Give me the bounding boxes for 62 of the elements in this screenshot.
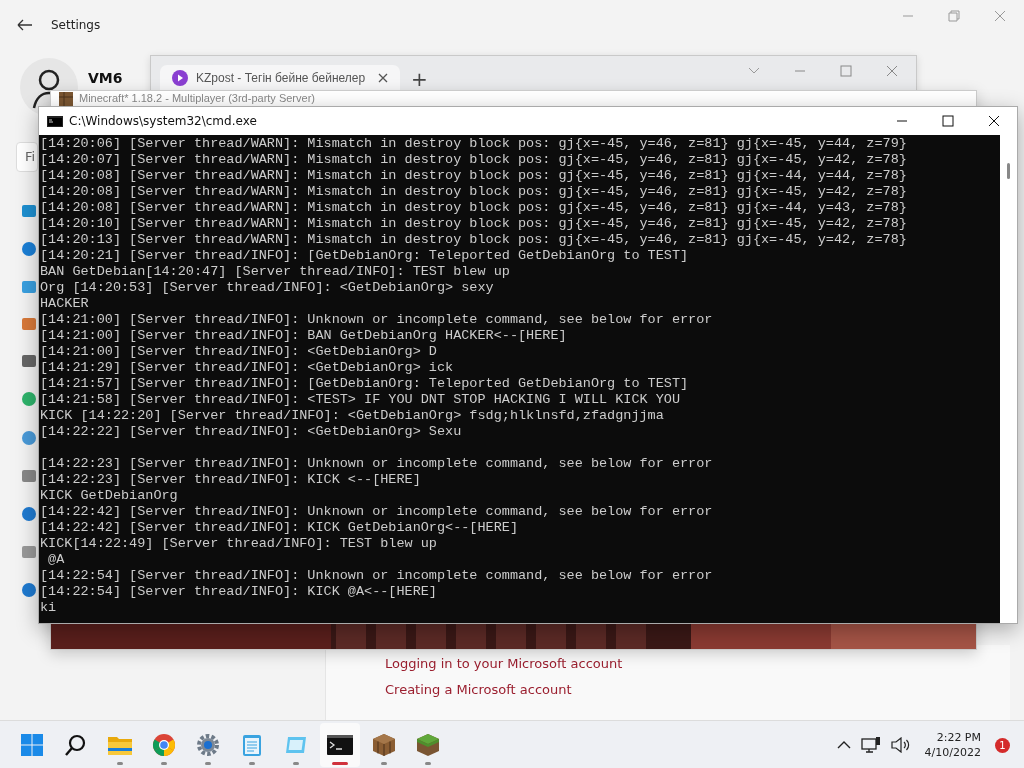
notepad-icon[interactable]: [242, 733, 262, 757]
search-icon[interactable]: [64, 733, 88, 757]
restore-icon[interactable]: [948, 10, 960, 22]
console-line: [14:22:54] [Server thread/INFO]: KICK @A<--[HERE]: [40, 584, 437, 600]
console-line: [14:22:23] [Server thread/INFO]: KICK <--[HERE]: [40, 472, 421, 488]
console-line: [14:20:10] [Server thread/WARN]: Mismatch in destroy block pos: gj{x=-45, y=46, z=81} gj{x=-45, y=42, z=78}: [40, 216, 907, 232]
maximize-icon[interactable]: [942, 115, 954, 127]
console-line: KICK [14:22:20] [Server thread/INFO]: <GetDebianOrg> fsdg;hlklnsfd,zfadgnjjma: [40, 408, 664, 424]
console-line: [14:20:21] [Server thread/INFO]: [GetDebianOrg: Teleported GetDebianOrg to TEST]: [40, 248, 689, 264]
volume-icon[interactable]: [890, 737, 911, 753]
console-line: [14:20:08] [Server thread/WARN]: Mismatch in destroy block pos: gj{x=-45, y=46, z=81} gj{x=-45, y=42, z=78}: [40, 184, 907, 200]
window-title: Minecraft* 1.18.2 - Multiplayer (3rd-party Server): [79, 92, 315, 105]
console-line: [14:20:13] [Server thread/WARN]: Mismatch in destroy block pos: gj{x=-45, y=46, z=81} gj{x=-45, y=42, z=78}: [40, 232, 907, 248]
user-name: VM6: [88, 70, 123, 86]
console-line: [14:20:08] [Server thread/WARN]: Mismatch in destroy block pos: gj{x=-45, y=46, z=81} gj{x=-44, y=44, z=78}: [40, 168, 907, 184]
console-line: @A: [47, 552, 65, 568]
console-line: ki: [40, 600, 57, 616]
close-icon[interactable]: [378, 72, 388, 83]
console-line: [14:21:00] [Server thread/INFO]: Unknown or incomplete command, see below for error: [40, 312, 713, 328]
scrollbar[interactable]: [1000, 135, 1017, 623]
browser-tab[interactable]: KZpost - Тегін бейне бейнелер: [160, 65, 400, 90]
console-line: [14:21:00] [Server thread/INFO]: BAN GetDebianOrg HACKER<--[HERE]: [40, 328, 567, 344]
new-tab-button[interactable]: +: [411, 67, 428, 91]
settings-icon[interactable]: [196, 733, 220, 757]
terminal-icon[interactable]: [327, 735, 353, 755]
close-icon[interactable]: [988, 115, 1000, 127]
console-line: [14:21:57] [Server thread/INFO]: [GetDebianOrg: Teleported GetDebianOrg to TEST]: [40, 376, 689, 392]
console-line: [14:20:07] [Server thread/WARN]: Mismatch in destroy block pos: gj{x=-45, y=46, z=81} gj{x=-45, y=42, z=78}: [40, 152, 907, 168]
grass-block-icon[interactable]: [416, 733, 440, 757]
crafting-table-icon[interactable]: [372, 733, 396, 757]
console-line: [14:21:00] [Server thread/INFO]: <GetDebianOrg> D: [40, 344, 437, 360]
tablet-icon[interactable]: [284, 735, 308, 755]
clock[interactable]: 2:22 PM 4/10/2022: [924, 730, 981, 760]
console-line: HACKER: [40, 296, 89, 312]
console-line: [14:20:06] [Server thread/WARN]: Mismatch in destroy block pos: gj{x=-45, y=46, z=81} gj{x=-45, y=44, z=79}: [40, 136, 907, 152]
console-line: [14:21:58] [Server thread/INFO]: <TEST> IF YOU DNT STOP HACKING I WILL KICK YOU: [40, 392, 680, 408]
console-line: KICK[14:22:49] [Server thread/INFO]: TEST blew up: [40, 536, 437, 552]
window-title: C:\Windows\system32\cmd.exe: [69, 114, 257, 128]
console-line: Org [14:20:53] [Server thread/INFO]: <GetDebianOrg> sexy: [40, 280, 494, 296]
chevron-up-icon[interactable]: [836, 741, 851, 749]
crate-icon: [59, 92, 73, 106]
app-title: Settings: [51, 18, 101, 32]
console-line: [14:22:42] [Server thread/INFO]: Unknown or incomplete command, see below for error: [40, 504, 713, 520]
help-link[interactable]: Logging in to your Microsoft account: [385, 656, 623, 671]
notification-badge[interactable]: 1: [995, 737, 1010, 753]
play-icon: [172, 69, 188, 86]
console-line: [14:20:08] [Server thread/WARN]: Mismatch in destroy block pos: gj{x=-45, y=46, z=81} gj{x=-44, y=43, z=78}: [40, 200, 907, 216]
search-field[interactable]: Fi: [16, 142, 38, 172]
console-line: [14:21:29] [Server thread/INFO]: <GetDebianOrg> ick: [40, 360, 454, 376]
console-line: KICK GetDebianOrg: [40, 488, 178, 504]
terminal-icon: [47, 115, 63, 127]
console-line: [14:22:42] [Server thread/INFO]: KICK GetDebianOrg<--[HERE]: [40, 520, 518, 536]
chevron-icon[interactable]: [748, 67, 760, 75]
start-icon[interactable]: [20, 733, 44, 757]
console-line: [14:22:23] [Server thread/INFO]: Unknown or incomplete command, see below for error: [40, 456, 713, 472]
back-icon[interactable]: [17, 19, 33, 31]
console-line: BAN GetDebian[14:20:47] [Server thread/INFO]: TEST blew up: [40, 264, 510, 280]
help-link[interactable]: Creating a Microsoft account: [385, 682, 572, 697]
folder-icon[interactable]: [107, 734, 133, 756]
console-line: [14:22:22] [Server thread/INFO]: <GetDebianOrg> Sexu: [40, 424, 462, 440]
console-line: [14:22:54] [Server thread/INFO]: Unknown or incomplete command, see below for error: [40, 568, 713, 584]
chrome-icon[interactable]: [152, 733, 176, 757]
